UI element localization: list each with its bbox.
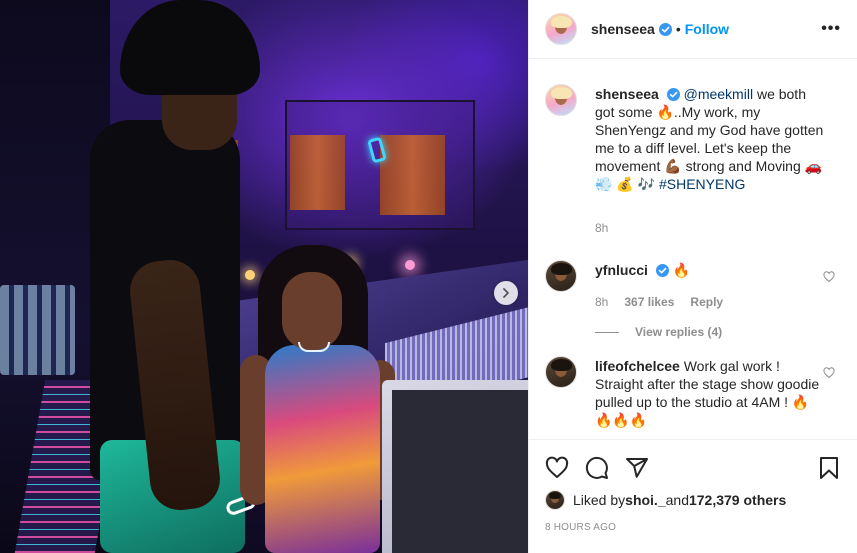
photo-wood-panel: [380, 135, 445, 215]
photo-water-bottles: [0, 285, 75, 375]
comment-text: 🔥: [672, 262, 691, 278]
photo-woman-dress: [265, 345, 380, 553]
post-photo[interactable]: [0, 0, 528, 553]
caption-mention-link[interactable]: @meekmill: [684, 86, 753, 102]
comment-meta: 8h 367 likes Reply: [595, 293, 825, 311]
author-avatar[interactable]: [545, 84, 577, 116]
comment-username[interactable]: lifeofchelcee: [595, 358, 680, 374]
author-username[interactable]: shenseea: [591, 21, 655, 37]
separator-dot: •: [675, 21, 681, 37]
photo-lamp: [245, 270, 255, 280]
photo-monitor: [382, 380, 528, 553]
share-icon[interactable]: [625, 456, 649, 480]
photo-necklace: [298, 342, 330, 352]
caption-meta: 8h: [595, 219, 825, 237]
likes-middle: and: [665, 492, 689, 508]
comment-heart-icon[interactable]: [823, 271, 835, 283]
comment-time[interactable]: 8h: [595, 293, 608, 311]
comment-item: lifeofchelcee Work gal work ! Straight a…: [545, 356, 841, 429]
post-timestamp[interactable]: 8 HOURS AGO: [545, 522, 841, 533]
verified-badge-icon: [658, 22, 672, 36]
comment-username[interactable]: yfnlucci: [595, 262, 648, 278]
comment-heart-icon[interactable]: [823, 367, 835, 379]
comments-section: shenseea @meekmill we both got some 🔥..M…: [529, 59, 857, 439]
comment-body: yfnlucci 🔥 8h 367 likes Reply: [595, 261, 825, 311]
comment-icon[interactable]: [585, 456, 609, 480]
action-icons-row: [545, 448, 841, 488]
photo-woman-face: [282, 272, 342, 350]
caption-username[interactable]: shenseea: [595, 86, 659, 102]
more-options-icon[interactable]: •••: [821, 21, 841, 37]
instagram-post: shenseea • Follow ••• shenseea @meekmill…: [0, 0, 857, 553]
replies-divider-line: [595, 331, 619, 333]
post-sidebar: shenseea • Follow ••• shenseea @meekmill…: [528, 0, 857, 553]
verified-badge-icon: [655, 264, 669, 277]
next-photo-button[interactable]: [494, 281, 518, 305]
comment-body: lifeofchelcee Work gal work ! Straight a…: [595, 357, 825, 429]
chevron-right-icon: [503, 288, 509, 298]
view-replies-button[interactable]: View replies (4): [595, 325, 841, 339]
post-header: shenseea • Follow •••: [529, 0, 857, 59]
follow-button[interactable]: Follow: [685, 21, 729, 37]
liker-avatar[interactable]: [545, 490, 565, 510]
bookmark-icon[interactable]: [817, 456, 841, 480]
caption-body: shenseea @meekmill we both got some 🔥..M…: [595, 85, 825, 237]
caption: shenseea @meekmill we both got some 🔥..M…: [545, 84, 841, 237]
verified-badge-icon: [666, 88, 680, 101]
heart-icon[interactable]: [545, 456, 569, 480]
commenter-avatar[interactable]: [545, 356, 577, 388]
comment-item: yfnlucci 🔥 8h 367 likes Reply: [545, 260, 841, 311]
likes-prefix: Liked by: [573, 492, 626, 508]
comment-like-count[interactable]: 367 likes: [624, 293, 674, 311]
liker-username[interactable]: shoi._: [625, 492, 665, 508]
likes-count-link[interactable]: 172,379 others: [689, 492, 786, 508]
commenter-avatar[interactable]: [545, 260, 577, 292]
caption-hashtag-link[interactable]: #SHENYENG: [659, 176, 745, 192]
view-replies-label: View replies (4): [635, 325, 723, 339]
author-avatar[interactable]: [545, 13, 577, 45]
caption-time[interactable]: 8h: [595, 219, 608, 237]
photo-lamp: [405, 260, 415, 270]
likes-summary: Liked by shoi._ and 172,379 others: [545, 490, 841, 510]
reply-button[interactable]: Reply: [690, 293, 723, 311]
photo-wood-panel: [290, 135, 345, 210]
post-actions: Liked by shoi._ and 172,379 others 8 HOU…: [529, 439, 857, 533]
